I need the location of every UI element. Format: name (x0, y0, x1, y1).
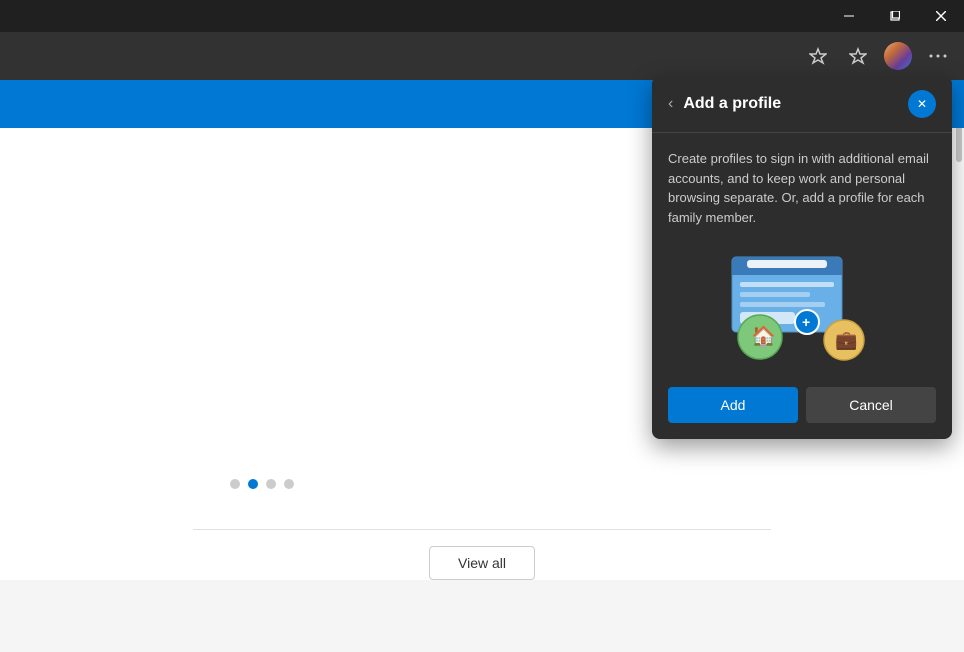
popup-back-button[interactable]: ‹ (668, 95, 673, 113)
collections-button[interactable] (840, 38, 876, 74)
title-bar-controls (826, 0, 964, 32)
carousel-dot-1[interactable] (230, 479, 240, 489)
popup-illustration: 🏠 💼 + (668, 247, 936, 367)
popup-description: Create profiles to sign in with addition… (668, 149, 936, 227)
separator (193, 529, 771, 530)
view-all-button[interactable]: View all (429, 546, 535, 580)
popup-title: Add a profile (683, 95, 781, 113)
popup-add-button[interactable]: Add (668, 387, 798, 423)
popup-illustration-svg: 🏠 💼 + (722, 252, 882, 362)
svg-text:+: + (802, 314, 810, 330)
profile-popup-body: Create profiles to sign in with addition… (652, 133, 952, 439)
minimize-button[interactable] (826, 0, 872, 32)
scrollbar[interactable] (956, 80, 964, 652)
popup-actions: Add Cancel (668, 387, 936, 423)
profile-popup: ‹ Add a profile ✕ Create profiles to sig… (652, 76, 952, 439)
popup-close-button[interactable]: ✕ (908, 90, 936, 118)
carousel-dots (230, 479, 294, 489)
browser-toolbar (0, 32, 964, 80)
title-bar (0, 0, 964, 32)
profile-popup-header: ‹ Add a profile ✕ (652, 76, 952, 133)
svg-text:🏠: 🏠 (751, 325, 776, 348)
close-button[interactable] (918, 0, 964, 32)
carousel-dot-4[interactable] (284, 479, 294, 489)
carousel-dot-2[interactable] (248, 479, 258, 489)
restore-button[interactable] (872, 0, 918, 32)
carousel-dot-3[interactable] (266, 479, 276, 489)
svg-text:💼: 💼 (835, 330, 857, 350)
popup-cancel-button[interactable]: Cancel (806, 387, 936, 423)
favorites-button[interactable] (800, 38, 836, 74)
profile-button[interactable] (880, 38, 916, 74)
menu-button[interactable] (920, 38, 956, 74)
